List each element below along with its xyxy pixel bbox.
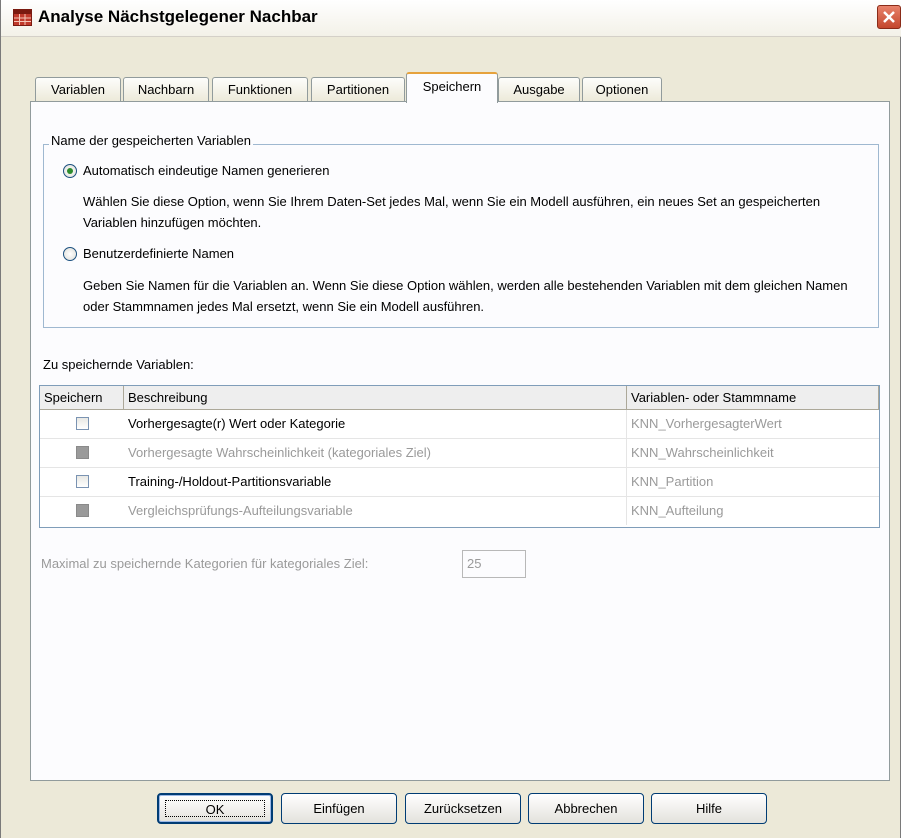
close-button[interactable] [877,5,901,29]
description-cell: Vorhergesagte(r) Wert oder Kategorie [124,410,627,438]
auto-names-label[interactable]: Automatisch eindeutige Namen generieren [83,163,329,178]
variable-name-cell[interactable]: KNN_VorhergesagterWert [627,410,879,438]
reset-button[interactable]: Zurücksetzen [405,793,521,824]
save-cell [40,468,124,496]
table-grid-icon [13,9,32,26]
naming-group-legend: Name der gespeicherten Variablen [49,133,253,148]
auto-names-radio[interactable] [63,164,77,178]
help-button[interactable]: Hilfe [651,793,767,824]
save-cell [40,439,124,467]
focus-indicator [165,800,265,817]
variable-name-cell: KNN_Aufteilung [631,503,724,518]
tab-variablen[interactable]: Variablen [35,77,121,102]
save-checkbox[interactable] [76,475,89,488]
max-categories-label: Maximal zu speichernde Kategorien für ka… [41,556,369,571]
variables-section-label: Zu speichernde Variablen: [43,357,194,372]
tab-speichern[interactable]: Speichern [406,72,498,103]
column-header-description[interactable]: Beschreibung [124,386,627,410]
max-categories-input: 25 [462,550,526,578]
variable-name-cell: KNN_Wahrscheinlichkeit [631,445,774,460]
tab-ausgabe[interactable]: Ausgabe [498,77,580,102]
save-checkbox [76,504,89,517]
auto-names-description: Wählen Sie diese Option, wenn Sie Ihrem … [83,194,821,230]
table-row: Vorhergesagte Wahrscheinlichkeit (katego… [40,439,879,468]
table-row: Vergleichsprüfungs-Aufteilungsvariable K… [40,497,879,526]
ok-button[interactable]: OK [157,793,273,824]
dialog-window: Analyse Nächstgelegener Nachbar Variable… [0,0,901,838]
description-cell: Vorhergesagte Wahrscheinlichkeit (katego… [124,439,627,467]
save-checkbox [76,446,89,459]
tab-nachbarn[interactable]: Nachbarn [123,77,209,102]
tab-partitionen[interactable]: Partitionen [311,77,405,102]
custom-names-description: Geben Sie Namen für die Variablen an. We… [83,278,848,314]
column-header-save[interactable]: Speichern [40,386,124,410]
table-row: Training-/Holdout-Partitionsvariable KNN… [40,468,879,497]
variables-table: Speichern Beschreibung Variablen- oder S… [39,385,880,528]
table-row: Vorhergesagte(r) Wert oder Kategorie KNN… [40,410,879,439]
cancel-button[interactable]: Abbrechen [528,793,644,824]
close-icon [883,11,895,23]
tab-funktionen[interactable]: Funktionen [212,77,308,102]
tab-optionen[interactable]: Optionen [582,77,662,102]
custom-names-label[interactable]: Benutzerdefinierte Namen [83,246,234,261]
title-bar: Analyse Nächstgelegener Nachbar [1,0,901,37]
save-cell [40,497,124,525]
insert-button[interactable]: Einfügen [281,793,397,824]
save-cell [40,410,124,438]
save-checkbox[interactable] [76,417,89,430]
window-title: Analyse Nächstgelegener Nachbar [38,7,318,26]
variable-name-cell[interactable]: KNN_Partition [627,468,879,496]
description-cell: Training-/Holdout-Partitionsvariable [124,468,627,496]
custom-names-radio[interactable] [63,247,77,261]
description-cell: Vergleichsprüfungs-Aufteilungsvariable [124,497,627,525]
column-header-name[interactable]: Variablen- oder Stammname [627,386,879,410]
